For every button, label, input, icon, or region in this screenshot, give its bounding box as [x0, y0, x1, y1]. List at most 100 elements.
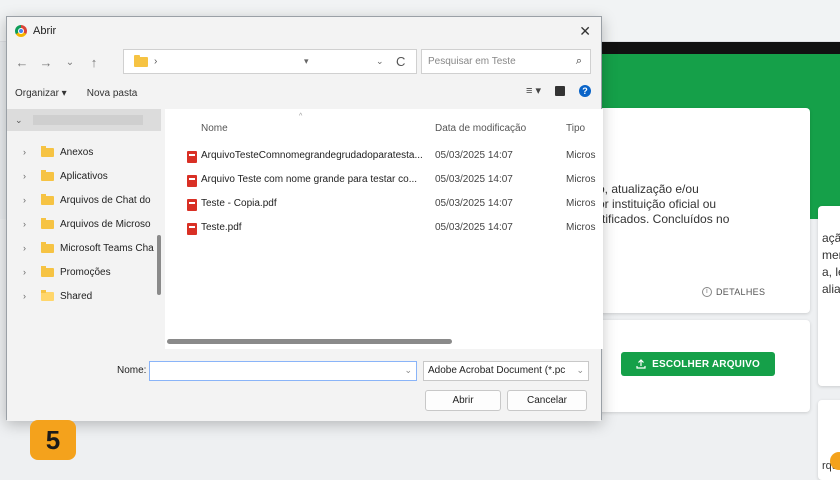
recent-locations-icon[interactable]: ⌄: [61, 57, 79, 68]
chevron-right-icon[interactable]: ›: [23, 243, 33, 253]
sidebar-item-label: Anexos: [60, 146, 94, 158]
sidebar-item-shared[interactable]: › Shared: [7, 285, 161, 307]
chevron-right-icon[interactable]: ›: [23, 195, 33, 205]
new-folder-button[interactable]: Nova pasta: [87, 88, 138, 99]
file-name: Teste.pdf: [201, 222, 242, 233]
file-name: Teste - Copia.pdf: [201, 198, 277, 209]
file-date: 05/03/2025 14:07: [435, 174, 513, 185]
chevron-right-icon[interactable]: ›: [23, 147, 33, 157]
file-row[interactable]: Arquivo Teste com nome grande para testa…: [165, 168, 603, 192]
chevron-right-icon[interactable]: ›: [23, 171, 33, 181]
nav-scrollbar[interactable]: [157, 235, 161, 295]
dialog-navbar: ← → ⌄ ↑ › ▾ ⌄ C Pesquisar em Teste ⌕: [7, 45, 601, 79]
filetype-value: Adobe Acrobat Document (*.pc: [428, 365, 566, 376]
help-icon[interactable]: ?: [579, 84, 591, 97]
shared-folder-icon: [41, 289, 54, 301]
file-list: ^ Nome Data de modificação Tipo ArquivoT…: [165, 109, 603, 349]
chevron-down-icon[interactable]: ⌄: [576, 365, 584, 376]
folder-icon: [41, 169, 54, 181]
cancel-button[interactable]: Cancelar: [507, 390, 587, 411]
pdf-icon: [187, 175, 197, 187]
sort-caret-icon: ^: [299, 113, 303, 120]
preview-pane-icon[interactable]: [555, 85, 565, 96]
sidebar-item-promocoes[interactable]: › Promoções: [7, 261, 161, 283]
details-link[interactable]: i DETALHES: [702, 287, 765, 297]
chevron-right-icon[interactable]: ›: [23, 267, 33, 277]
chevron-right-icon[interactable]: ›: [23, 291, 33, 301]
sidebar-item-anexos[interactable]: › Anexos: [7, 141, 161, 163]
card-description: o, atualização e/ou or instituição ofici…: [598, 182, 798, 227]
sidebar-item-label: Shared: [60, 290, 93, 302]
chevron-down-icon[interactable]: ⌄: [15, 115, 25, 126]
sidebar-item-label: Aplicativos: [60, 170, 108, 182]
organize-menu[interactable]: Organizar ▾: [15, 88, 67, 99]
horizontal-scrollbar[interactable]: [167, 339, 452, 344]
dialog-titlebar: Abrir ✕: [7, 17, 601, 45]
choose-file-button[interactable]: ESCOLHER ARQUIVO: [621, 352, 775, 376]
file-row[interactable]: ArquivoTesteComnomegrandegrudadoparatest…: [165, 144, 603, 168]
file-row[interactable]: Teste.pdf 05/03/2025 14:07 Micros: [165, 216, 603, 240]
open-file-dialog: Abrir ✕ ← → ⌄ ↑ › ▾ ⌄ C Pesquisar em Tes…: [6, 16, 603, 421]
file-date: 05/03/2025 14:07: [435, 198, 513, 209]
file-type: Micros: [566, 150, 596, 161]
side-card-text: ação mer a, le aliat: [822, 230, 840, 298]
column-header-date[interactable]: Data de modificação: [435, 123, 526, 134]
back-icon[interactable]: ←: [13, 55, 31, 70]
file-date: 05/03/2025 14:07: [435, 150, 513, 161]
dialog-footer: Nome: ⌄ Adobe Acrobat Document (*.pc ⌄ A…: [7, 353, 601, 421]
filename-input[interactable]: ⌄: [149, 361, 417, 381]
folder-icon: [41, 265, 54, 277]
side-text-line: ação: [822, 231, 840, 245]
nav-root-item[interactable]: ⌄: [7, 109, 161, 131]
pdf-icon: [187, 151, 197, 163]
file-type: Micros: [566, 222, 596, 233]
sidebar-item-aplicativos[interactable]: › Aplicativos: [7, 165, 161, 187]
up-icon[interactable]: ↑: [85, 55, 103, 70]
sidebar-item-label: Arquivos de Chat do: [60, 194, 151, 206]
file-type: Micros: [566, 198, 596, 209]
column-header-name[interactable]: Nome: [201, 123, 228, 134]
redacted-label: [33, 115, 143, 125]
sidebar-item-label: Microsoft Teams Cha: [60, 242, 154, 254]
file-row[interactable]: Teste - Copia.pdf 05/03/2025 14:07 Micro…: [165, 192, 603, 216]
folder-icon: [41, 241, 54, 253]
file-date: 05/03/2025 14:07: [435, 222, 513, 233]
address-history-icon[interactable]: ⌄: [376, 56, 384, 67]
folder-icon: [134, 54, 148, 67]
view-options-icon[interactable]: ≡ ▾: [526, 84, 541, 97]
card-text-line: or instituição oficial ou: [598, 197, 717, 211]
close-icon[interactable]: ✕: [579, 23, 591, 40]
file-name: ArquivoTesteComnomegrandegrudadoparatest…: [201, 150, 423, 161]
folder-icon: [41, 145, 54, 157]
card-text-line: rtificados. Concluídos no: [598, 212, 730, 226]
sidebar-item-teams-chat[interactable]: › Microsoft Teams Cha: [7, 237, 161, 259]
forward-icon[interactable]: →: [37, 55, 55, 70]
chevron-down-icon[interactable]: ▾: [304, 56, 309, 67]
step-number-badge: 5: [30, 420, 76, 460]
address-bar[interactable]: › ▾ ⌄ C: [123, 49, 417, 74]
chevron-right-icon[interactable]: ›: [23, 219, 33, 229]
side-text-line: aliat: [822, 282, 840, 296]
chevron-down-icon[interactable]: ⌄: [404, 365, 412, 376]
page-top-bar: [590, 42, 840, 54]
filename-label: Nome:: [117, 365, 147, 376]
refresh-icon[interactable]: C: [396, 54, 405, 69]
sidebar-item-chat-files[interactable]: › Arquivos de Chat do: [7, 189, 161, 211]
search-input[interactable]: Pesquisar em Teste ⌕: [421, 49, 591, 74]
folder-icon: [41, 193, 54, 205]
search-placeholder: Pesquisar em Teste: [428, 56, 516, 67]
choose-file-label: ESCOLHER ARQUIVO: [652, 358, 760, 370]
column-header-type[interactable]: Tipo: [566, 123, 585, 134]
sidebar-item-microsoft-files[interactable]: › Arquivos de Microso: [7, 213, 161, 235]
upload-icon: [636, 359, 646, 369]
side-text-line: a, le: [822, 265, 840, 279]
details-label: DETALHES: [716, 287, 766, 297]
sidebar-item-label: Arquivos de Microso: [60, 218, 151, 230]
search-icon: ⌕: [575, 55, 582, 67]
navigation-pane: ⌄ › Anexos › Aplicativos › Arquivos de C…: [7, 109, 161, 352]
filetype-select[interactable]: Adobe Acrobat Document (*.pc ⌄: [423, 361, 589, 381]
file-name: Arquivo Teste com nome grande para testa…: [201, 174, 418, 185]
pdf-icon: [187, 223, 197, 235]
chrome-icon: [15, 25, 27, 37]
open-button[interactable]: Abrir: [425, 390, 501, 411]
